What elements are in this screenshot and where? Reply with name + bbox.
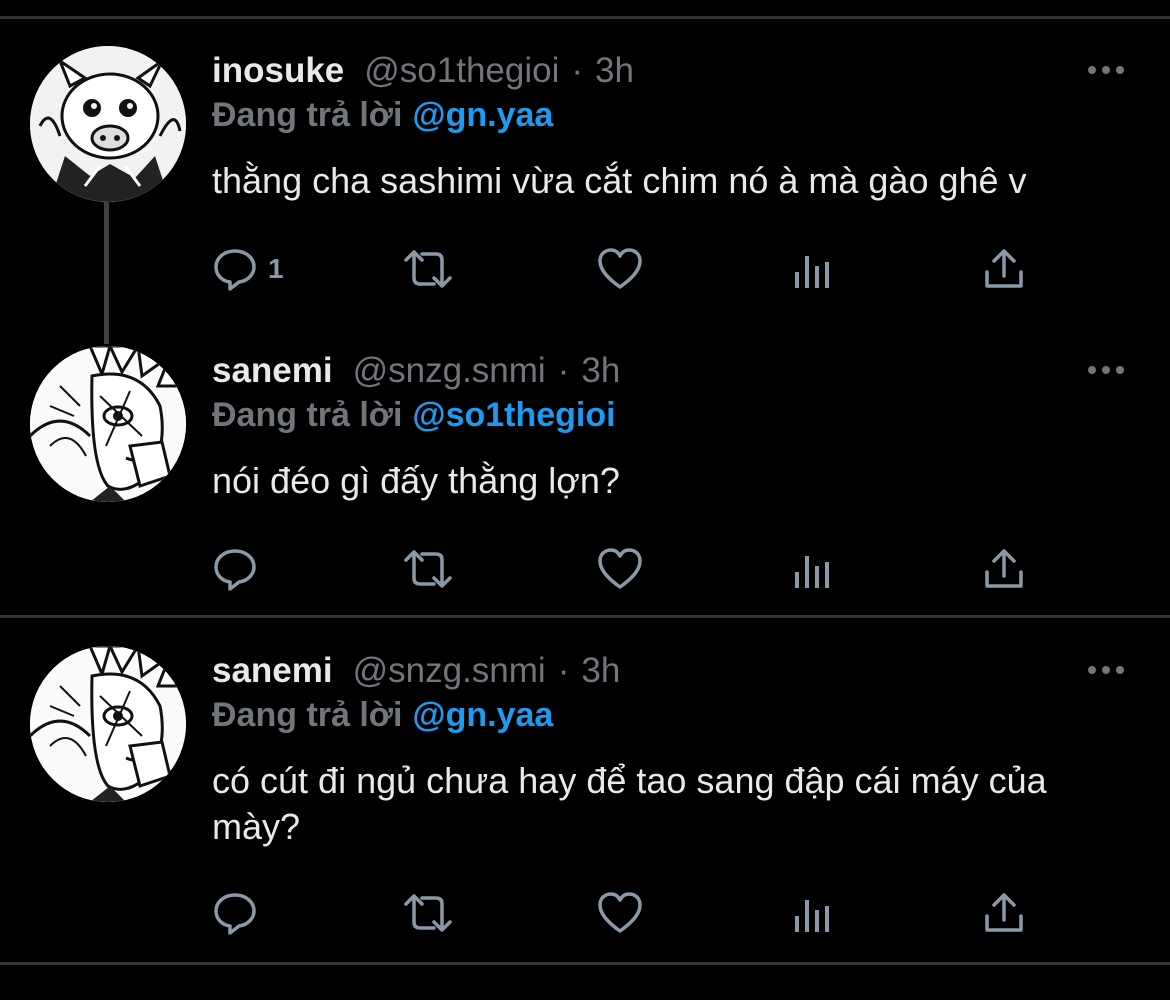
- reply-button[interactable]: [212, 888, 268, 938]
- retweet-button[interactable]: [400, 244, 456, 294]
- views-icon: [795, 256, 829, 288]
- views-icon: [795, 900, 829, 932]
- like-icon: [598, 892, 642, 933]
- tweet[interactable]: sanemi @snzg.snmi · 3h Đang trả lời @so1t…: [0, 346, 1170, 606]
- display-name[interactable]: sanemi: [212, 651, 333, 691]
- retweet-icon: [404, 250, 452, 288]
- retweet-icon: [404, 894, 452, 932]
- avatar-sanemi-image: [30, 646, 186, 802]
- views-icon: [795, 556, 829, 588]
- top-divider: [0, 16, 1170, 19]
- avatar[interactable]: [30, 346, 186, 502]
- tweet-header: sanemi @snzg.snmi · 3h: [212, 646, 620, 696]
- replying-to: Đang trả lời @gn.yaa: [212, 96, 553, 135]
- more-options-icon[interactable]: [1084, 358, 1128, 382]
- timestamp[interactable]: 3h: [581, 351, 620, 391]
- replying-to-label: Đang trả lời: [212, 696, 403, 734]
- like-button[interactable]: [596, 888, 644, 938]
- tweet-header: inosuke @so1thegioi · 3h: [212, 46, 634, 96]
- action-bar: 1: [212, 244, 1072, 294]
- reply-button[interactable]: 1: [212, 244, 284, 294]
- reply-button[interactable]: [212, 544, 268, 594]
- retweet-button[interactable]: [400, 888, 456, 938]
- display-name[interactable]: sanemi: [212, 351, 333, 391]
- views-button[interactable]: [792, 544, 832, 594]
- reply-count: 1: [268, 253, 284, 284]
- views-button[interactable]: [792, 244, 832, 294]
- reply-icon: [214, 893, 256, 935]
- replying-to-label: Đang trả lời: [212, 96, 403, 134]
- reply-icon: [214, 549, 256, 591]
- replying-to-mention[interactable]: @gn.yaa: [412, 696, 553, 734]
- separator-dot: ·: [557, 351, 570, 390]
- user-handle[interactable]: @snzg.snmi: [353, 351, 546, 391]
- avatar-sanemi-image: [30, 346, 186, 502]
- timestamp[interactable]: 3h: [595, 51, 634, 91]
- separator-dot: ·: [571, 51, 584, 90]
- like-icon: [598, 248, 642, 289]
- avatar[interactable]: [30, 646, 186, 802]
- display-name[interactable]: inosuke: [212, 51, 344, 91]
- reply-icon: [214, 249, 256, 291]
- replying-to: Đang trả lời @gn.yaa: [212, 696, 553, 735]
- tweet-divider: [0, 615, 1170, 618]
- separator-dot: ·: [557, 651, 570, 690]
- like-button[interactable]: [596, 544, 644, 594]
- bottom-divider: [0, 962, 1170, 965]
- replying-to-label: Đang trả lời: [212, 396, 403, 434]
- tweet-header: sanemi @snzg.snmi · 3h: [212, 346, 620, 396]
- timestamp[interactable]: 3h: [581, 651, 620, 691]
- replying-to-mention[interactable]: @so1thegioi: [412, 396, 615, 434]
- replying-to-mention[interactable]: @gn.yaa: [412, 96, 553, 134]
- retweet-icon: [404, 550, 452, 588]
- more-options-icon[interactable]: [1084, 658, 1128, 682]
- action-bar: [212, 544, 1072, 594]
- share-button[interactable]: [982, 244, 1026, 294]
- tweet[interactable]: sanemi @snzg.snmi · 3h Đang trả lời @gn.y…: [0, 646, 1170, 946]
- avatar[interactable]: [30, 46, 186, 202]
- more-options-icon[interactable]: [1084, 58, 1128, 82]
- tweet-text: thằng cha sashimi vừa cắt chim nó à mà g…: [212, 160, 1027, 201]
- share-icon: [985, 249, 1023, 288]
- share-button[interactable]: [982, 544, 1026, 594]
- like-button[interactable]: [596, 244, 644, 294]
- like-icon: [598, 548, 642, 589]
- action-bar: [212, 888, 1072, 938]
- tweet-text: nói đéo gì đấy thằng lợn?: [212, 460, 620, 501]
- share-button[interactable]: [982, 888, 1026, 938]
- share-icon: [985, 893, 1023, 932]
- user-handle[interactable]: @snzg.snmi: [353, 651, 546, 691]
- avatar-inosuke-image: [30, 46, 186, 202]
- share-icon: [985, 549, 1023, 588]
- retweet-button[interactable]: [400, 544, 456, 594]
- views-button[interactable]: [792, 888, 832, 938]
- user-handle[interactable]: @so1thegioi: [364, 51, 559, 91]
- tweet[interactable]: inosuke @so1thegioi · 3h Đang trả lời @gn…: [0, 46, 1170, 306]
- tweet-text: có cút đi ngủ chưa hay để tao sang đập c…: [212, 760, 1047, 847]
- replying-to: Đang trả lời @so1thegioi: [212, 396, 616, 435]
